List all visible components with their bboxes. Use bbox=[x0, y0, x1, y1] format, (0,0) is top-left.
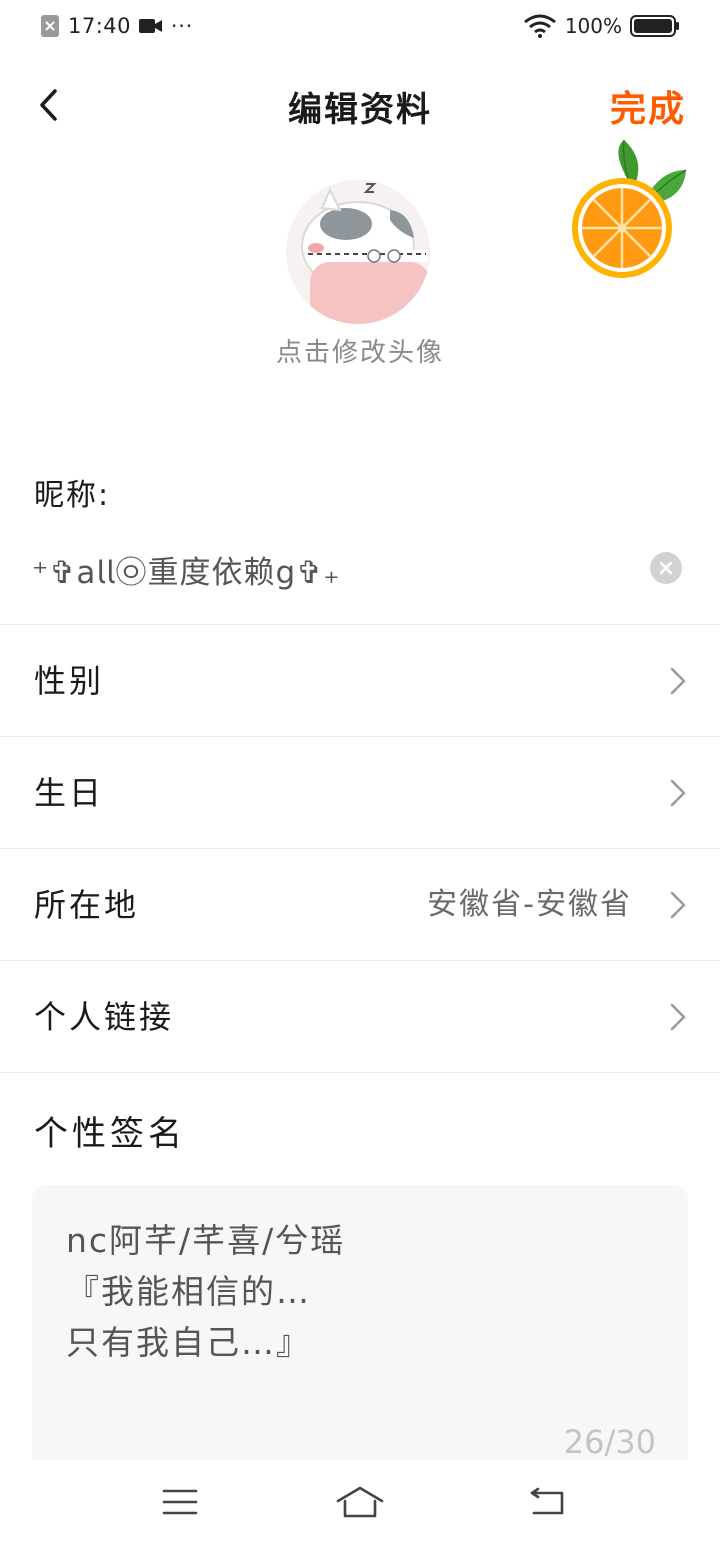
status-bar: 17:40 ··· 100% bbox=[0, 0, 720, 56]
done-button[interactable]: 完成 bbox=[610, 80, 686, 132]
signature-text: nc阿芊/芊喜/兮瑶 『我能相信的… 只有我自己…』 bbox=[66, 1221, 346, 1362]
nickname-label: 昵称: bbox=[34, 478, 111, 513]
nav-home-button[interactable] bbox=[330, 1478, 390, 1526]
nav-back-button[interactable] bbox=[518, 1478, 578, 1526]
clear-nickname-button[interactable] bbox=[650, 552, 682, 584]
battery-percent: 100% bbox=[564, 14, 622, 38]
nav-menu-button[interactable] bbox=[150, 1478, 210, 1526]
avatar[interactable] bbox=[286, 180, 430, 324]
battery-icon bbox=[630, 15, 679, 37]
row-personal-link[interactable]: 个人链接 bbox=[0, 960, 720, 1072]
chevron-right-icon bbox=[670, 1003, 686, 1031]
header: 编辑资料 完成 bbox=[0, 70, 720, 140]
chevron-right-icon bbox=[670, 779, 686, 807]
close-icon bbox=[659, 561, 673, 575]
wifi-icon bbox=[523, 14, 556, 38]
navigation-bar bbox=[0, 1460, 720, 1544]
row-location-value: 安徽省-安徽省 bbox=[427, 887, 632, 922]
signature-textarea[interactable]: nc阿芊/芊喜/兮瑶 『我能相信的… 只有我自己…』 26/30 bbox=[32, 1185, 688, 1485]
divider bbox=[0, 1072, 720, 1074]
row-personal-link-label: 个人链接 bbox=[34, 998, 175, 1036]
row-birthday-label: 生日 bbox=[34, 774, 105, 812]
nickname-input[interactable] bbox=[32, 544, 632, 594]
status-time: 17:40 bbox=[68, 14, 132, 38]
row-location[interactable]: 所在地 安徽省-安徽省 bbox=[0, 848, 720, 960]
row-gender-label: 性别 bbox=[34, 662, 105, 700]
status-left: 17:40 ··· bbox=[40, 14, 193, 38]
row-location-label: 所在地 bbox=[34, 886, 140, 924]
chevron-right-icon bbox=[670, 667, 686, 695]
orange-decoration-icon bbox=[572, 140, 687, 278]
row-gender[interactable]: 性别 bbox=[0, 624, 720, 736]
status-more: ··· bbox=[171, 14, 194, 38]
home-icon bbox=[336, 1486, 384, 1518]
menu-icon bbox=[162, 1489, 198, 1515]
notification-muted-icon bbox=[41, 15, 59, 37]
signature-char-count: 26/30 bbox=[563, 1423, 656, 1461]
chevron-right-icon bbox=[670, 891, 686, 919]
row-birthday[interactable]: 生日 bbox=[0, 736, 720, 848]
avatar-change-hint[interactable]: 点击修改头像 bbox=[0, 332, 720, 369]
avatar-image bbox=[286, 180, 430, 324]
signature-label: 个性签名 bbox=[34, 1114, 186, 1154]
status-right: 100% bbox=[523, 14, 680, 38]
back-icon bbox=[530, 1487, 564, 1515]
video-icon bbox=[139, 19, 163, 33]
